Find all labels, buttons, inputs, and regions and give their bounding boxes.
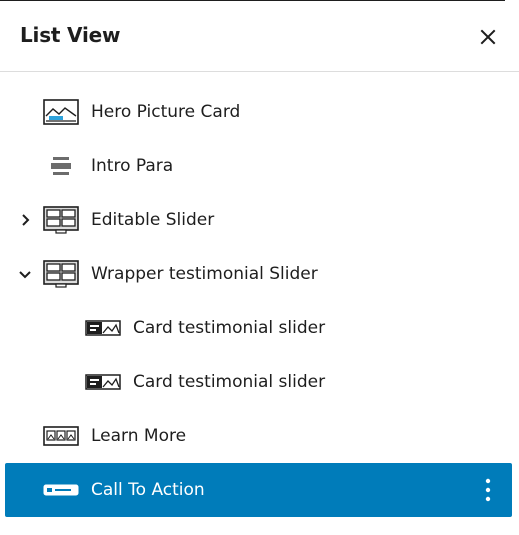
chevron-down-icon (19, 271, 31, 279)
panel-title: List View (20, 23, 121, 47)
hero-picture-card-icon (43, 99, 79, 125)
list-item-card-testimonial-slider[interactable]: Card testimonial slider (0, 301, 519, 355)
list-item-card-testimonial-slider[interactable]: Card testimonial slider (0, 355, 519, 409)
close-icon (480, 29, 496, 45)
list-item-call-to-action[interactable]: Call To Action (5, 463, 512, 517)
list-view-tree: Hero Picture Card Intro Para Editable Sl… (0, 85, 519, 463)
list-item-wrapper-testimonial-slider[interactable]: Wrapper testimonial Slider (0, 247, 519, 301)
options-button[interactable] (480, 475, 496, 505)
testimonial-card-icon (85, 320, 121, 336)
list-item-label: Learn More (91, 426, 187, 446)
chevron-right-icon (22, 214, 30, 226)
expand-toggle[interactable] (16, 211, 34, 229)
list-item-label: Card testimonial slider (133, 372, 326, 392)
slider-icon (43, 206, 79, 234)
list-item-editable-slider[interactable]: Editable Slider (0, 193, 519, 247)
slider-icon (43, 260, 79, 288)
list-item-label: Editable Slider (91, 210, 215, 230)
list-item-label: Intro Para (91, 156, 174, 176)
close-button[interactable] (474, 23, 502, 51)
list-item-label: Wrapper testimonial Slider (91, 264, 318, 284)
testimonial-card-icon (85, 374, 121, 390)
button-icon (43, 484, 79, 496)
list-item-learn-more[interactable]: Learn More (0, 409, 519, 463)
more-vertical-icon (485, 478, 491, 502)
list-item-hero-picture-card[interactable]: Hero Picture Card (0, 85, 519, 139)
panel-header: List View (0, 1, 519, 72)
list-item-label: Call To Action (91, 480, 205, 500)
paragraph-icon (51, 157, 71, 175)
list-item-label: Hero Picture Card (91, 102, 241, 122)
list-item-intro-para[interactable]: Intro Para (0, 139, 519, 193)
gallery-icon (43, 426, 79, 446)
list-item-label: Card testimonial slider (133, 318, 326, 338)
expand-toggle[interactable] (16, 265, 34, 283)
